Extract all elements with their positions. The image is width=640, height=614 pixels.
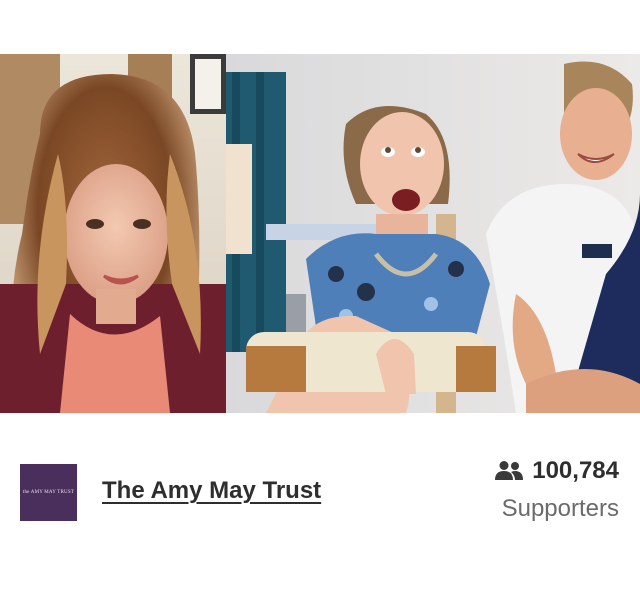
supporters-count-row: 100,784	[494, 457, 619, 485]
supporters-label: Supporters	[501, 495, 619, 522]
organisation-logo[interactable]: the AMY MAY TRUST	[20, 464, 77, 521]
fundraiser-footer: the AMY MAY TRUST The Amy May Trust 100,…	[0, 413, 640, 614]
supporters-count: 100,784	[532, 457, 619, 484]
fundraiser-card: the AMY MAY TRUST The Amy May Trust 100,…	[0, 0, 640, 614]
logo-text: the AMY MAY TRUST	[22, 490, 75, 495]
photo-strip	[0, 54, 640, 413]
portrait-photo[interactable]	[0, 54, 226, 413]
activity-photo[interactable]	[226, 54, 640, 413]
people-icon	[494, 460, 524, 482]
organisation-name-link[interactable]: The Amy May Trust	[102, 477, 321, 505]
supporters-summary: 100,784 Supporters	[494, 457, 619, 523]
